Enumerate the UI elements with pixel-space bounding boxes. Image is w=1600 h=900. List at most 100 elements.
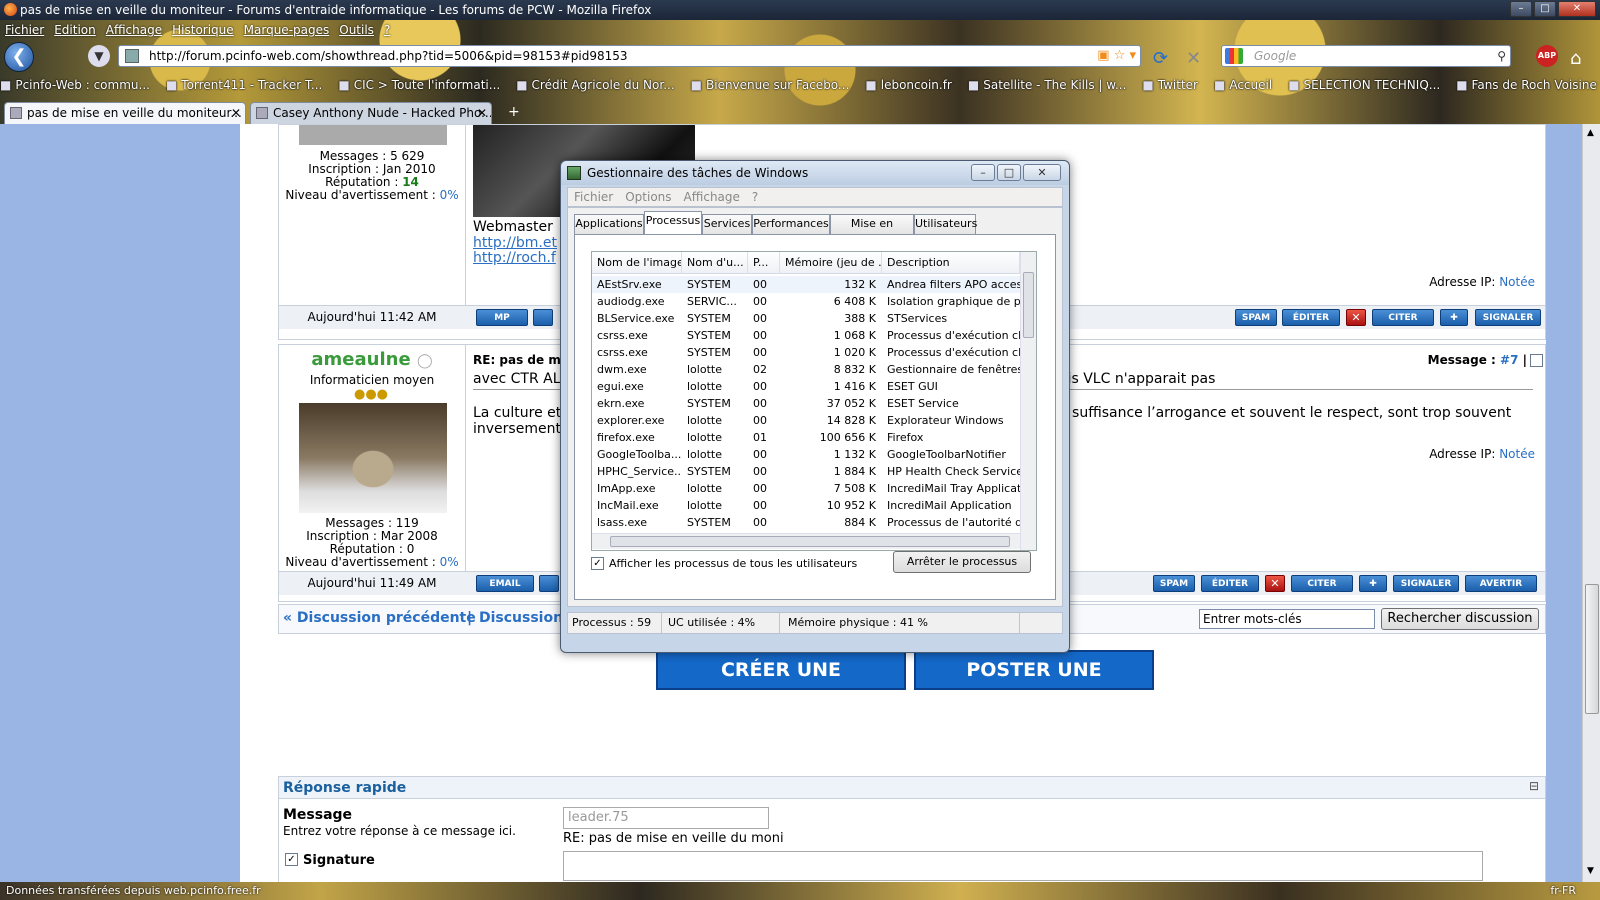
multiquote-button[interactable]: ✚ xyxy=(1440,309,1468,326)
tm-maximize-button[interactable]: □ xyxy=(997,164,1021,181)
message-textarea[interactable] xyxy=(563,851,1483,881)
search-bar[interactable]: Google ⚲ xyxy=(1221,45,1511,67)
process-list-vscroll[interactable] xyxy=(1020,252,1036,550)
delete-icon[interactable]: ✕ xyxy=(1265,575,1285,592)
process-row[interactable]: csrss.exe SYSTEM 00 1 020 K Processus d'exéc… xyxy=(592,344,1020,361)
quote-button[interactable]: CITER xyxy=(1291,575,1353,592)
website-button[interactable] xyxy=(533,309,553,326)
page-scrollbar[interactable]: ▲ ▼ xyxy=(1582,124,1600,882)
scroll-up-icon[interactable]: ▲ xyxy=(1587,128,1594,138)
bookmark-item[interactable]: SELECTION TECHNIQ... xyxy=(1288,78,1440,92)
thread-search-input[interactable]: Entrer mots-clés xyxy=(1199,609,1375,629)
new-tab-icon[interactable]: + xyxy=(508,104,524,122)
edit-button[interactable]: ÉDITER xyxy=(1282,309,1340,326)
column-memory[interactable]: Mémoire (jeu de ... xyxy=(780,252,882,274)
signature-link[interactable]: http://bm.et xyxy=(473,235,557,251)
menu-affichage[interactable]: Affichage xyxy=(106,23,162,37)
warning-value[interactable]: 0% xyxy=(440,188,459,202)
bookmark-item[interactable]: Fans de Roch Voisine ::... xyxy=(1456,78,1600,92)
spam-button[interactable]: SPAM xyxy=(1235,309,1277,326)
language-indicator[interactable]: fr-FR xyxy=(1550,882,1576,900)
rss-bookmark-star-icon[interactable]: ▣ ☆ ▾ xyxy=(1097,46,1136,66)
menu-help[interactable]: ? xyxy=(384,23,390,37)
bookmark-item[interactable]: CIC > Toute l'informati... xyxy=(338,78,500,92)
pm-button[interactable] xyxy=(539,575,559,592)
menu-fichier[interactable]: Fichier xyxy=(5,23,44,37)
bookmark-item[interactable]: Satellite - The Kills | w... xyxy=(968,78,1127,92)
post-username[interactable]: ameaulne ◯ xyxy=(279,349,465,370)
reload-icon[interactable]: ⟳ xyxy=(1153,48,1168,69)
end-process-button[interactable]: Arrêter le processus xyxy=(893,551,1031,573)
previous-thread-link[interactable]: « Discussion précédente xyxy=(283,610,476,626)
home-icon[interactable]: ⌂ xyxy=(1570,48,1581,69)
process-row[interactable]: explorer.exe lolotte 00 14 828 K Explorateur… xyxy=(592,412,1020,429)
scroll-thumb[interactable] xyxy=(1585,584,1599,714)
history-dropdown-icon[interactable]: ▼ xyxy=(88,45,110,67)
process-row[interactable]: ekrn.exe SYSTEM 00 37 052 K ESET Service xyxy=(592,395,1020,412)
edit-button[interactable]: ÉDITER xyxy=(1201,575,1259,592)
warn-button[interactable]: AVERTIR xyxy=(1465,575,1537,592)
process-row[interactable]: egui.exe lolotte 00 1 416 K ESET GUI xyxy=(592,378,1020,395)
tm-close-button[interactable]: ✕ xyxy=(1023,164,1061,181)
bookmark-item[interactable]: Pcinfo-Web : commu... xyxy=(0,78,150,92)
bookmark-item[interactable]: Accueil xyxy=(1214,78,1272,92)
process-list-hscroll-thumb[interactable] xyxy=(610,536,1010,547)
process-list-vscroll-thumb[interactable] xyxy=(1023,272,1034,338)
menu-edition[interactable]: Edition xyxy=(54,23,96,37)
subject-field[interactable]: RE: pas de mise en veille du moni xyxy=(563,831,784,846)
process-list-hscroll[interactable] xyxy=(592,533,1020,549)
bookmark-item[interactable]: Crédit Agricole du Nor... xyxy=(516,78,674,92)
process-row[interactable]: AEstSrv.exe SYSTEM 00 132 K Andrea filters A… xyxy=(592,276,1020,293)
username-field[interactable]: leader.75 xyxy=(563,807,769,829)
process-row[interactable]: ImApp.exe lolotte 00 7 508 K IncrediMail Tra… xyxy=(592,480,1020,497)
column-description[interactable]: Description xyxy=(882,252,1020,274)
minimize-button[interactable]: – xyxy=(1510,1,1532,17)
back-button[interactable]: ❮ xyxy=(4,42,34,72)
process-row[interactable]: IncMail.exe lolotte 00 10 952 K IncrediMail … xyxy=(592,497,1020,514)
search-icon[interactable]: ⚲ xyxy=(1497,46,1506,66)
column-cpu[interactable]: P... xyxy=(748,252,780,274)
next-thread-link[interactable]: Discussion xyxy=(479,610,563,626)
email-button[interactable]: EMAIL xyxy=(476,575,534,592)
tab-mise-en-reseau[interactable]: Mise en réseau xyxy=(830,214,914,248)
tab-close-icon[interactable]: ✕ xyxy=(477,103,487,123)
menu-marque-pages[interactable]: Marque-pages xyxy=(244,23,330,37)
menu-outils[interactable]: Outils xyxy=(339,23,374,37)
tm-menu-help[interactable]: ? xyxy=(752,190,758,204)
close-button[interactable]: ✕ xyxy=(1558,1,1596,17)
process-row[interactable]: HPHC_Service.... SYSTEM 00 1 884 K HP Health… xyxy=(592,463,1020,480)
google-engine-icon[interactable] xyxy=(1225,48,1243,64)
bookmark-item[interactable]: Twitter xyxy=(1142,78,1198,92)
task-manager-titlebar[interactable]: Gestionnaire des tâches de Windows – □ ✕ xyxy=(561,161,1069,185)
report-button[interactable]: SIGNALER xyxy=(1475,309,1541,326)
tab-applications[interactable]: Applications xyxy=(574,214,644,234)
create-thread-button[interactable]: CRÉER UNE DISCUSSION xyxy=(656,650,906,717)
post-reply-button[interactable]: POSTER UNE RÉPONSE xyxy=(914,650,1154,717)
warning-value[interactable]: 0% xyxy=(440,555,459,569)
show-all-users-checkbox[interactable]: ✓ xyxy=(591,557,604,570)
process-row[interactable]: firefox.exe lolotte 01 100 656 K Firefox xyxy=(592,429,1020,446)
tab-services[interactable]: Services xyxy=(702,214,752,234)
collapse-icon[interactable]: ⊟ xyxy=(1529,779,1539,793)
tab-performances[interactable]: Performances xyxy=(752,214,830,234)
tab-close-icon[interactable]: ✕ xyxy=(231,103,241,123)
process-row[interactable]: dwm.exe lolotte 02 8 832 K Gestionnaire de f… xyxy=(592,361,1020,378)
adblock-icon[interactable]: ABP xyxy=(1536,45,1558,67)
ip-value[interactable]: Notée xyxy=(1499,275,1535,289)
pm-button[interactable]: MP xyxy=(476,309,528,326)
tm-menu-fichier[interactable]: Fichier xyxy=(574,190,613,204)
multiquote-button[interactable]: ✚ xyxy=(1359,575,1387,592)
column-image-name[interactable]: Nom de l'image xyxy=(592,252,682,274)
signature-checkbox[interactable]: ✓ xyxy=(285,853,298,866)
delete-icon[interactable]: ✕ xyxy=(1346,309,1366,326)
process-row[interactable]: BLService.exe SYSTEM 00 388 K STServices xyxy=(592,310,1020,327)
tab-utilisateurs[interactable]: Utilisateurs xyxy=(914,214,977,234)
process-row[interactable]: audiodg.exe SERVIC... 00 6 408 K Isolation g… xyxy=(592,293,1020,310)
scroll-down-icon[interactable]: ▼ xyxy=(1587,866,1594,876)
process-row[interactable]: GoogleToolba... lolotte 00 1 132 K GoogleToo… xyxy=(592,446,1020,463)
maximize-button[interactable]: □ xyxy=(1534,1,1556,17)
tm-minimize-button[interactable]: – xyxy=(971,164,995,181)
post-select-checkbox[interactable] xyxy=(1530,354,1543,367)
spam-button[interactable]: SPAM xyxy=(1153,575,1195,592)
report-button[interactable]: SIGNALER xyxy=(1393,575,1459,592)
